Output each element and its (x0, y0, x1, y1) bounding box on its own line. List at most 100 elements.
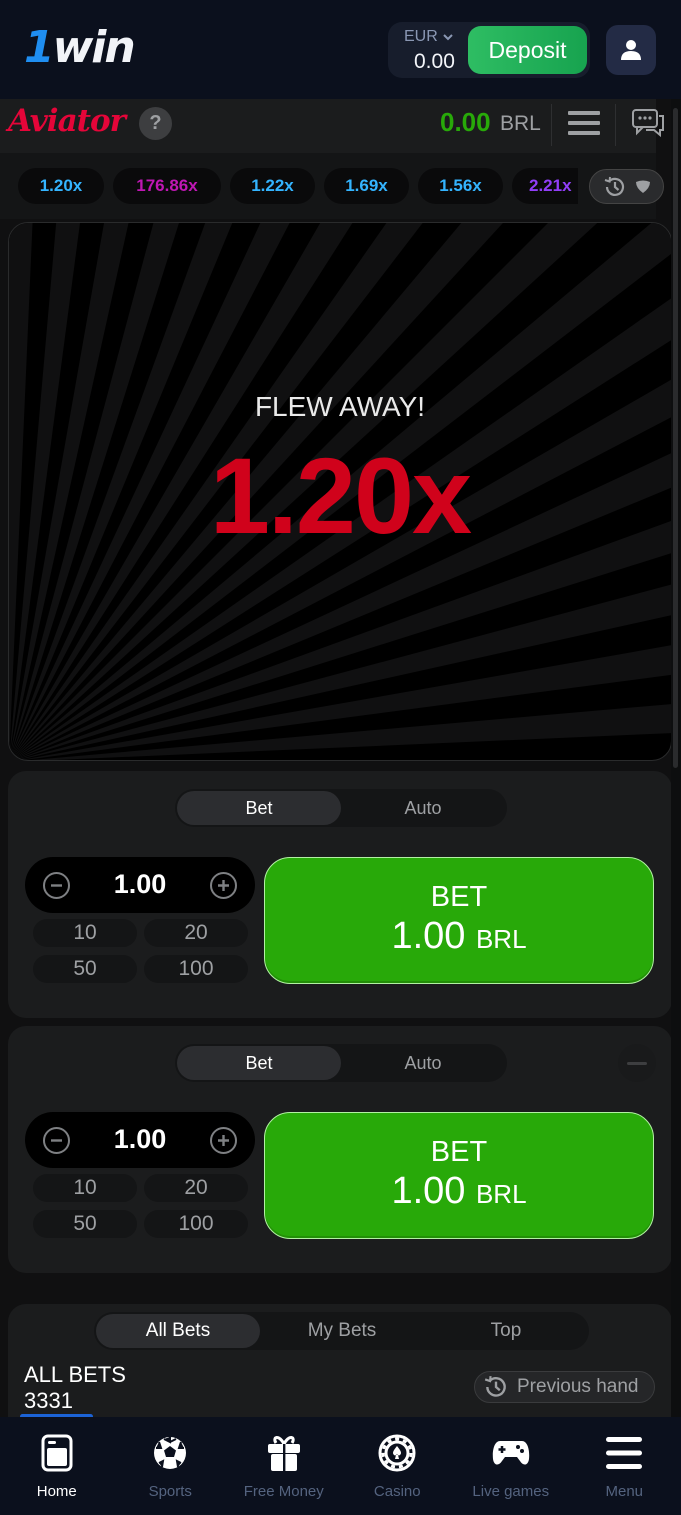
bet-button-label: BET (430, 1136, 488, 1168)
bet-amount-stepper: 1.00 (25, 857, 255, 913)
place-bet-button[interactable]: BET 1.00 BRL (264, 1112, 654, 1239)
bet-panel-2: Bet Auto 1.00 10 20 50 100 BET 1.00 BRL (8, 1026, 672, 1273)
gamepad-icon (491, 1433, 531, 1473)
quick-amount-button[interactable]: 50 (33, 1210, 137, 1238)
history-chip[interactable]: 1.69x (324, 168, 409, 204)
history-chip[interactable]: 1.20x (18, 168, 104, 204)
history-chip[interactable]: 176.86x (113, 168, 221, 204)
wallet-balance: 0.00 (414, 50, 455, 73)
bets-panel: All Bets My Bets Top ALL BETS 3331 Previ… (8, 1304, 672, 1424)
remove-panel-button[interactable] (618, 1044, 656, 1082)
game-balance: 0.00 (440, 107, 491, 137)
tab-auto[interactable]: Auto (341, 1046, 505, 1080)
menu-icon (604, 1433, 644, 1473)
bottom-nav: Home Sports Free Money Casino Live games… (0, 1417, 681, 1515)
bet-amount-stepper: 1.00 (25, 1112, 255, 1168)
bet-button-amount: 1.00 BRL (391, 1169, 526, 1216)
hamburger-line (568, 111, 600, 115)
history-value: 1.56x (439, 176, 482, 195)
currency-label: EUR (404, 28, 438, 45)
minus-icon (51, 1139, 62, 1142)
bet-mode-switch: Bet Auto (175, 789, 507, 827)
quick-amount-button[interactable]: 10 (33, 919, 137, 947)
hamburger-line (568, 131, 600, 135)
deposit-button[interactable]: Deposit (468, 26, 587, 74)
nav-sports[interactable]: Sports (114, 1417, 228, 1515)
place-bet-button[interactable]: BET 1.00 BRL (264, 857, 654, 984)
bet-button-amount: 1.00 BRL (391, 914, 526, 961)
bet-panel-1: Bet Auto 1.00 10 20 50 100 BET 1.00 BRL (8, 771, 672, 1018)
bet-amount-input[interactable]: 1.00 (85, 1124, 195, 1155)
quick-amount-button[interactable]: 50 (33, 955, 137, 983)
plus-icon (218, 880, 229, 891)
increase-button[interactable] (210, 1127, 237, 1154)
bet-amount-input[interactable]: 1.00 (85, 869, 195, 900)
quick-amount-button[interactable]: 100 (144, 955, 248, 983)
history-value: 2.21x (529, 176, 572, 195)
history-icon (484, 1376, 506, 1397)
game-stage: FLEW AWAY! 1.20x (8, 222, 672, 761)
tab-top[interactable]: Top (424, 1314, 588, 1348)
scrollbar-thumb[interactable] (673, 108, 678, 768)
decrease-button[interactable] (43, 1127, 70, 1154)
site-header: 1win EUR 0.00 Deposit (0, 0, 681, 99)
history-value: 1.22x (251, 176, 294, 195)
bet-button-currency: BRL (475, 1179, 527, 1209)
profile-button[interactable] (606, 25, 656, 75)
history-chip[interactable]: 2.21x (512, 168, 578, 204)
bet-button-label: BET (430, 881, 488, 913)
history-value: 1.20x (39, 176, 83, 195)
bet-mode-switch: Bet Auto (175, 1044, 507, 1082)
tab-bet[interactable]: Bet (177, 1046, 341, 1080)
bet-button-currency: BRL (475, 924, 527, 954)
history-chip[interactable]: 1.56x (418, 168, 503, 204)
nav-free-money[interactable]: Free Money (227, 1417, 341, 1515)
nav-home[interactable]: Home (0, 1417, 114, 1515)
tab-bet[interactable]: Bet (177, 791, 341, 825)
quick-amount-button[interactable]: 20 (144, 1174, 248, 1202)
nav-live-games[interactable]: Live games (454, 1417, 568, 1515)
minus-icon (627, 1061, 647, 1065)
currency-selector[interactable]: EUR (404, 28, 454, 46)
casino-chip-icon (377, 1433, 417, 1473)
gift-icon (264, 1433, 304, 1473)
nav-label: Free Money (243, 1483, 324, 1500)
nav-label: Menu (605, 1483, 644, 1500)
bet-button-value: 1.00 (391, 1170, 466, 1212)
nav-menu[interactable]: Menu (568, 1417, 681, 1515)
history-toggle-button[interactable] (589, 169, 664, 204)
logo-one: 1 (24, 22, 55, 73)
previous-hand-label: Previous hand (517, 1376, 639, 1397)
bet-button-value: 1.00 (391, 915, 466, 957)
bets-tabs: All Bets My Bets Top (94, 1312, 589, 1350)
quick-amount-button[interactable]: 20 (144, 919, 248, 947)
chevron-down-icon (443, 34, 453, 41)
brand-logo[interactable]: 1win (24, 22, 136, 74)
nav-label: Sports (148, 1483, 192, 1500)
tab-my-bets[interactable]: My Bets (260, 1314, 424, 1348)
help-button[interactable]: ? (139, 107, 172, 140)
nav-casino[interactable]: Casino (341, 1417, 455, 1515)
history-chip[interactable]: 1.22x (230, 168, 315, 204)
tab-auto[interactable]: Auto (341, 791, 505, 825)
increase-button[interactable] (210, 872, 237, 899)
game-menu-button[interactable] (568, 111, 600, 135)
history-value: 1.69x (345, 176, 388, 195)
chat-icon[interactable] (632, 108, 666, 138)
plus-icon (218, 1135, 229, 1146)
quick-amount-button[interactable]: 100 (144, 1210, 248, 1238)
flew-away-label: FLEW AWAY! (254, 391, 426, 422)
quick-amount-button[interactable]: 10 (33, 1174, 137, 1202)
history-icon (604, 176, 624, 196)
tab-all-bets[interactable]: All Bets (96, 1314, 260, 1348)
game-header: Aviator ? 0.00 BRL (0, 99, 664, 153)
sunburst-ray (31, 704, 671, 760)
previous-hand-button[interactable]: Previous hand (474, 1371, 655, 1403)
multiplier-history: 1.20x 176.86x 1.22x 1.69x 1.56x 2.21x (0, 153, 664, 219)
decrease-button[interactable] (43, 872, 70, 899)
soccer-ball-icon (150, 1433, 190, 1473)
all-bets-title: ALL BETS (24, 1362, 126, 1387)
divider (551, 104, 552, 146)
nav-label: Casino (373, 1483, 421, 1500)
game-balance-currency: BRL (500, 112, 541, 135)
